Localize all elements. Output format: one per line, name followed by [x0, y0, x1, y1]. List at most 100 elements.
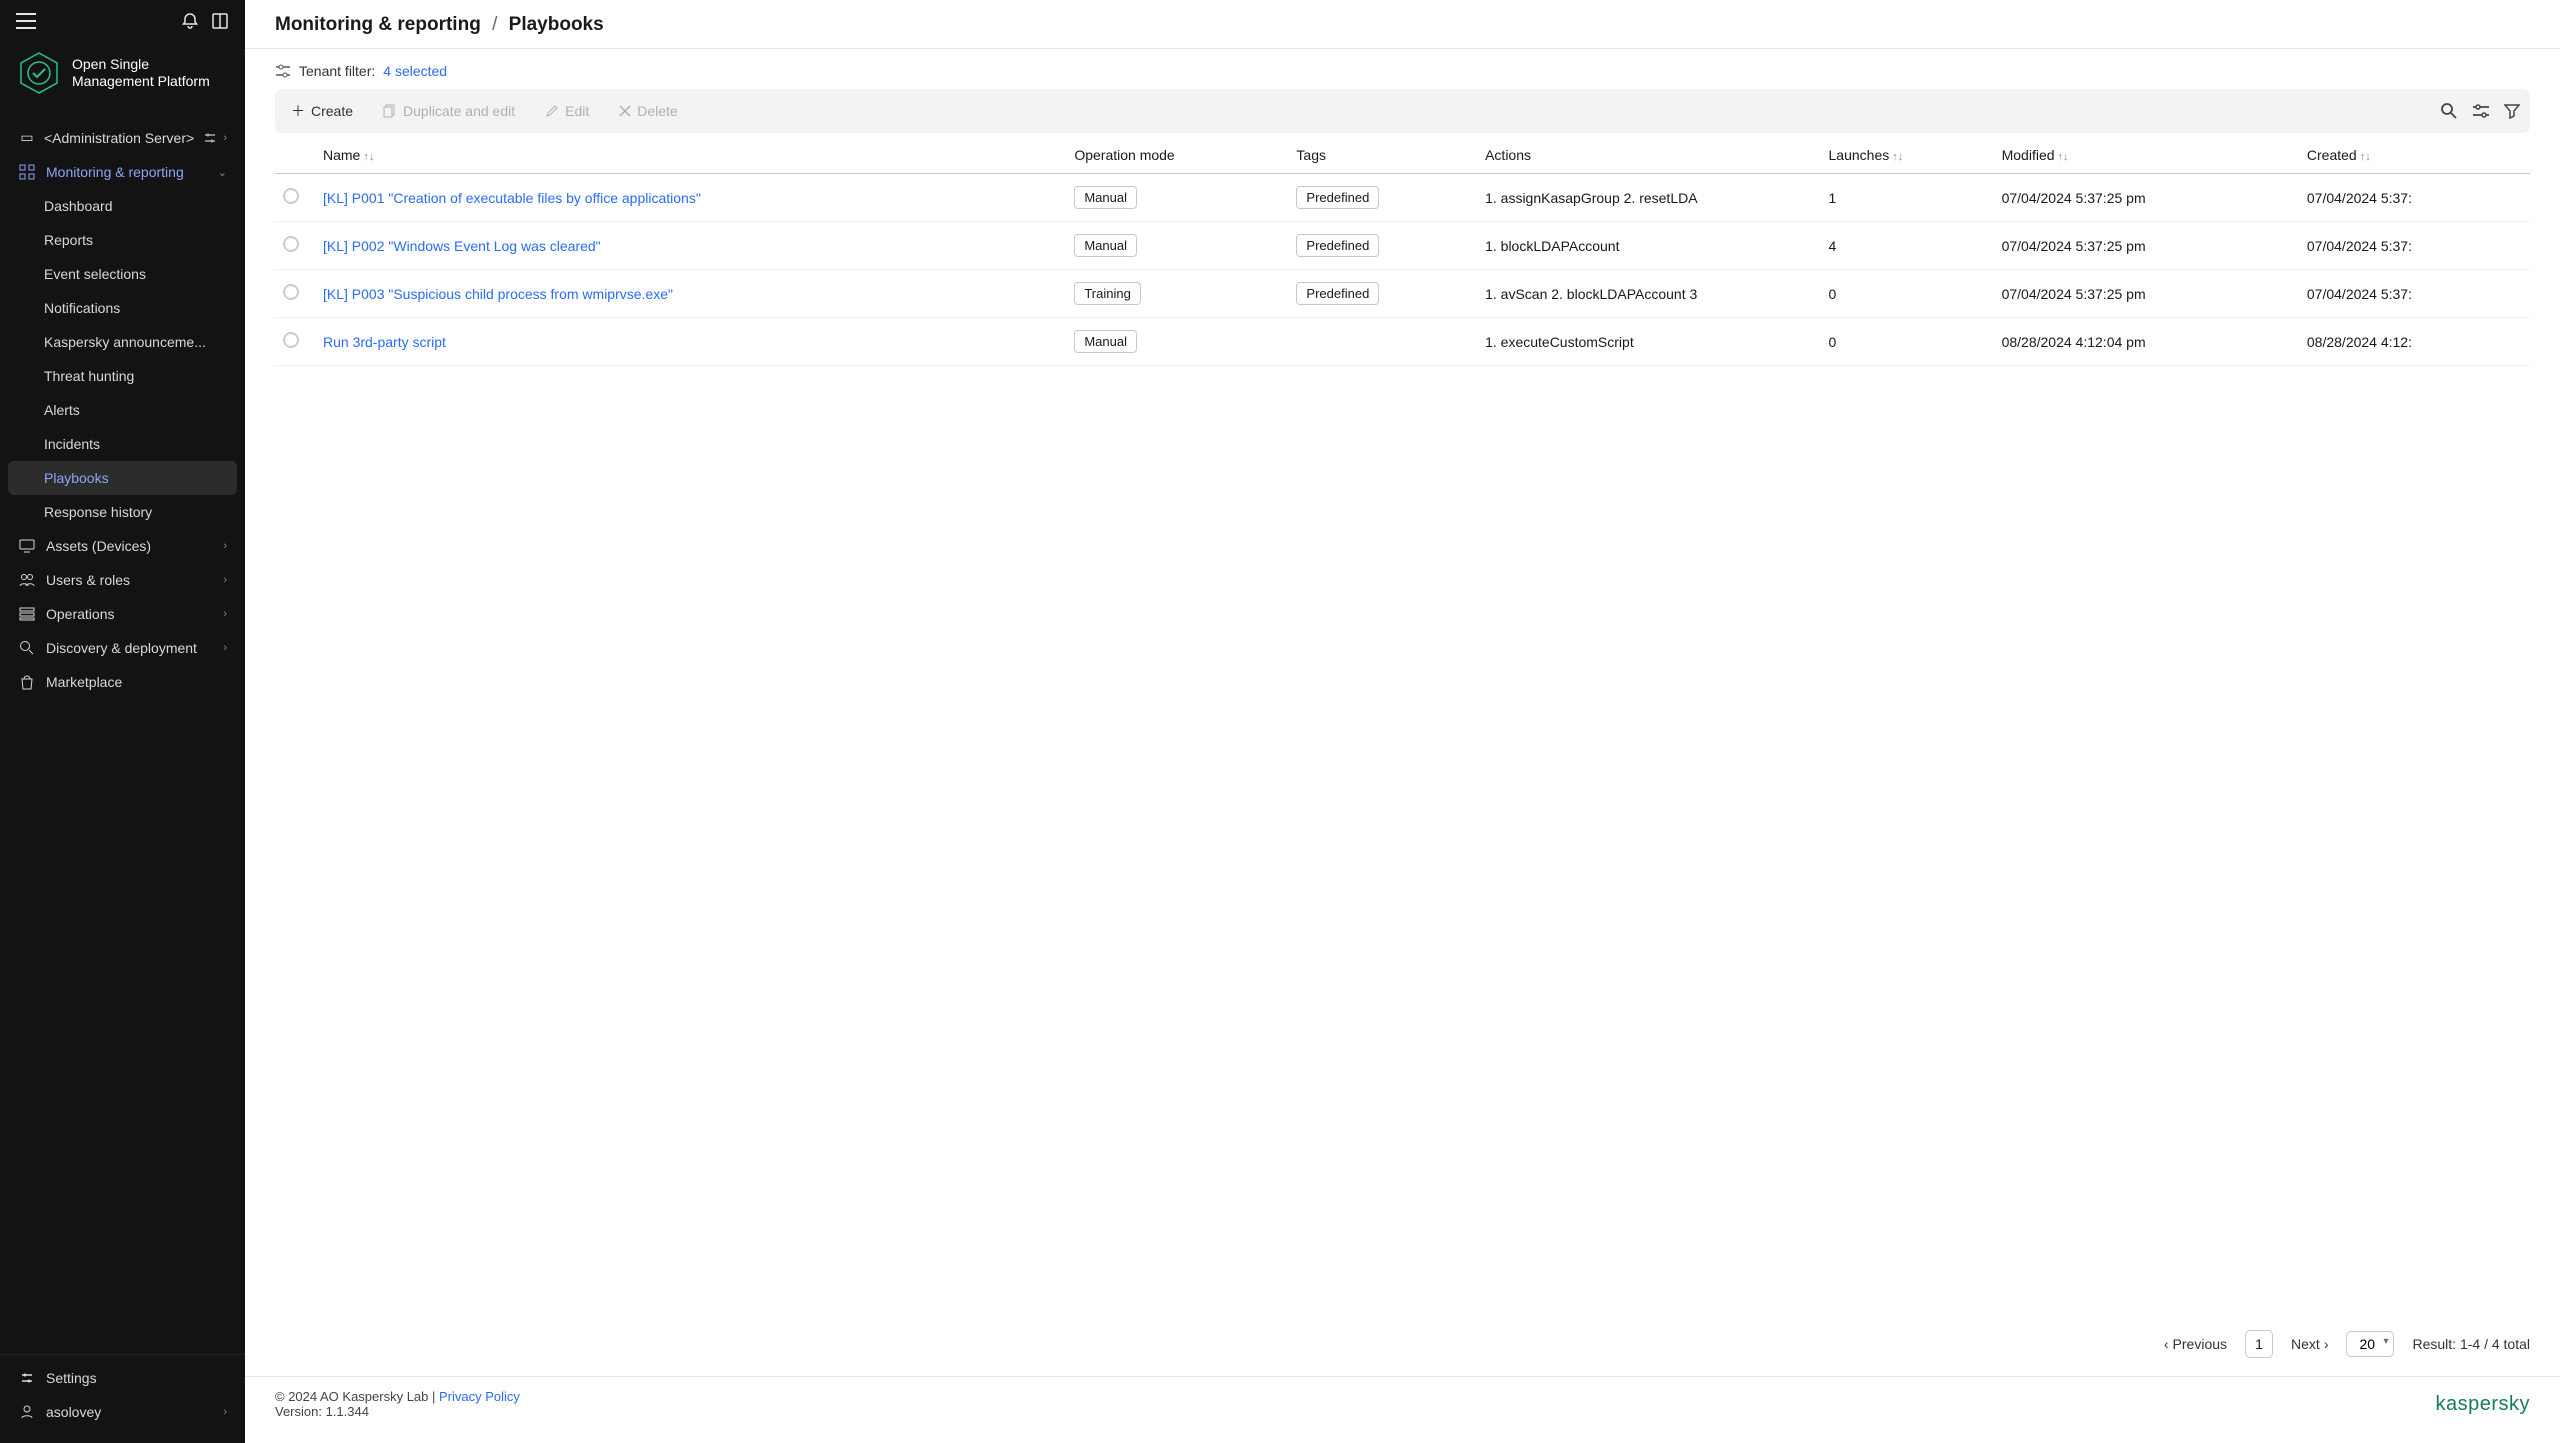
- main: Monitoring & reporting / Playbooks Tenan…: [245, 0, 2560, 1443]
- nav-monitoring[interactable]: Monitoring & reporting ⌄: [0, 155, 245, 189]
- table-row[interactable]: [KL] P003 "Suspicious child process from…: [275, 270, 2530, 318]
- playbooks-table: Name↑↓ Operation mode Tags Actions Launc…: [275, 133, 2530, 366]
- created-cell: 07/04/2024 5:37:: [2299, 174, 2530, 222]
- nav-users[interactable]: Users & roles ›: [0, 563, 245, 597]
- chevron-right-icon: ›: [223, 1406, 227, 1418]
- playbook-name-link[interactable]: [KL] P001 "Creation of executable files …: [323, 190, 701, 206]
- filter-label: Tenant filter:: [299, 63, 375, 79]
- search-icon[interactable]: [2440, 102, 2458, 120]
- nav-event-selections[interactable]: Event selections: [0, 257, 245, 291]
- nav-response-history[interactable]: Response history: [0, 495, 245, 529]
- sidebar-top: [0, 0, 245, 42]
- hamburger-icon[interactable]: [16, 13, 36, 29]
- nav-incidents[interactable]: Incidents: [0, 427, 245, 461]
- sort-icon: ↑↓: [2058, 151, 2069, 163]
- col-name[interactable]: Name↑↓: [315, 133, 1066, 174]
- created-cell: 07/04/2024 5:37:: [2299, 270, 2530, 318]
- col-launches[interactable]: Launches↑↓: [1821, 133, 1994, 174]
- table-row[interactable]: [KL] P002 "Windows Event Log was cleared…: [275, 222, 2530, 270]
- book-icon[interactable]: [211, 12, 229, 30]
- brand-line2: Management Platform: [72, 73, 210, 91]
- next-button[interactable]: Next ›: [2291, 1336, 2328, 1352]
- sliders-icon[interactable]: [275, 64, 291, 78]
- modified-cell: 08/28/2024 4:12:04 pm: [1994, 318, 2299, 366]
- nav-label: Threat hunting: [44, 368, 134, 384]
- button-label: Next: [2291, 1336, 2320, 1352]
- row-radio[interactable]: [283, 188, 299, 204]
- nav-label: Incidents: [44, 436, 100, 452]
- nav-announcements[interactable]: Kaspersky announceme...: [0, 325, 245, 359]
- nav-label: Response history: [44, 504, 152, 520]
- nav-alerts[interactable]: Alerts: [0, 393, 245, 427]
- privacy-link[interactable]: Privacy Policy: [439, 1389, 520, 1404]
- nav-settings[interactable]: Settings: [0, 1361, 245, 1395]
- row-radio[interactable]: [283, 236, 299, 252]
- nav-dashboard[interactable]: Dashboard: [0, 189, 245, 223]
- nav-admin-server[interactable]: ▭ <Administration Server> ›: [0, 120, 245, 155]
- mode-pill: Manual: [1074, 330, 1137, 353]
- nav-label: Settings: [46, 1370, 97, 1386]
- monitor-icon: [18, 539, 36, 553]
- nav-discovery[interactable]: Discovery & deployment ›: [0, 631, 245, 665]
- table-row[interactable]: [KL] P001 "Creation of executable files …: [275, 174, 2530, 222]
- grid-icon: [18, 164, 36, 180]
- page-size-select[interactable]: 20: [2346, 1331, 2394, 1357]
- sort-icon: ↑↓: [1892, 151, 1903, 163]
- modified-cell: 07/04/2024 5:37:25 pm: [1994, 270, 2299, 318]
- previous-button[interactable]: ‹ Previous: [2164, 1336, 2227, 1352]
- sort-icon: ↑↓: [363, 151, 374, 163]
- nav-user[interactable]: asolovey ›: [0, 1395, 245, 1429]
- edit-button[interactable]: Edit: [539, 99, 595, 123]
- col-created[interactable]: Created↑↓: [2299, 133, 2530, 174]
- playbook-name-link[interactable]: Run 3rd-party script: [323, 334, 446, 350]
- nav-label: Assets (Devices): [46, 538, 151, 554]
- notification-icon[interactable]: [181, 12, 199, 30]
- created-cell: 07/04/2024 5:37:: [2299, 222, 2530, 270]
- col-tags[interactable]: Tags: [1288, 133, 1477, 174]
- sliders-icon[interactable]: [203, 131, 217, 145]
- chevron-right-icon: ›: [223, 574, 227, 586]
- tag-pill: Predefined: [1296, 186, 1379, 209]
- nav-label: Event selections: [44, 266, 146, 282]
- row-radio[interactable]: [283, 284, 299, 300]
- playbook-name-link[interactable]: [KL] P002 "Windows Event Log was cleared…: [323, 238, 601, 254]
- nav-assets[interactable]: Assets (Devices) ›: [0, 529, 245, 563]
- bag-icon: [18, 674, 36, 690]
- sort-icon: ↑↓: [2360, 151, 2371, 163]
- nav-reports[interactable]: Reports: [0, 223, 245, 257]
- server-icon: ▭: [18, 129, 36, 146]
- filter-value[interactable]: 4 selected: [383, 63, 447, 79]
- create-button[interactable]: ＋ Create: [285, 97, 359, 125]
- tenant-filter: Tenant filter: 4 selected: [245, 49, 2560, 89]
- button-label: Previous: [2173, 1336, 2227, 1352]
- launches-cell: 0: [1821, 270, 1994, 318]
- actions-cell: 1. assignKasapGroup 2. resetLDA: [1477, 174, 1820, 222]
- nav-label: Dashboard: [44, 198, 113, 214]
- playbook-name-link[interactable]: [KL] P003 "Suspicious child process from…: [323, 286, 673, 302]
- col-actions[interactable]: Actions: [1477, 133, 1820, 174]
- nav-label: Operations: [46, 606, 114, 622]
- nav-label: <Administration Server>: [44, 130, 194, 146]
- breadcrumb-sep: /: [492, 14, 497, 35]
- nav-label: Kaspersky announceme...: [44, 334, 206, 350]
- brand-line1: Open Single: [72, 56, 210, 74]
- nav-label: Reports: [44, 232, 93, 248]
- launches-cell: 1: [1821, 174, 1994, 222]
- page-number[interactable]: 1: [2245, 1330, 2273, 1358]
- row-radio[interactable]: [283, 332, 299, 348]
- filter-icon[interactable]: [2504, 103, 2520, 119]
- mode-pill: Manual: [1074, 234, 1137, 257]
- duplicate-button[interactable]: Duplicate and edit: [377, 99, 521, 123]
- delete-button[interactable]: Delete: [613, 99, 683, 123]
- copyright: © 2024 AO Kaspersky Lab: [275, 1389, 428, 1404]
- nav-notifications[interactable]: Notifications: [0, 291, 245, 325]
- col-modified[interactable]: Modified↑↓: [1994, 133, 2299, 174]
- nav-threat-hunting[interactable]: Threat hunting: [0, 359, 245, 393]
- nav-operations[interactable]: Operations ›: [0, 597, 245, 631]
- col-operation-mode[interactable]: Operation mode: [1066, 133, 1288, 174]
- sliders-icon[interactable]: [2472, 103, 2490, 119]
- table-row[interactable]: Run 3rd-party scriptManual1. executeCust…: [275, 318, 2530, 366]
- nav-playbooks[interactable]: Playbooks: [8, 461, 237, 495]
- breadcrumb-parent[interactable]: Monitoring & reporting: [275, 14, 481, 35]
- nav-marketplace[interactable]: Marketplace: [0, 665, 245, 699]
